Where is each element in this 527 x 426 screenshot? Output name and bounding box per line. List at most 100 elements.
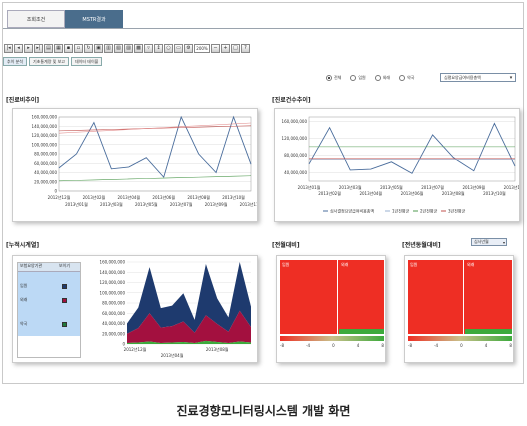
y-tick-label: 20,000,000 [34,179,57,184]
heat-cell-inpatient[interactable]: 입원 [408,260,464,334]
radio-inpatient[interactable]: 입원 [350,75,366,81]
prev-page-button[interactable]: ◂ [14,43,23,53]
heat-scale-bar [408,336,512,341]
pdf-icon[interactable]: ▣ [94,43,103,53]
series-line [58,122,252,134]
zoom-select[interactable]: 200% [194,43,210,53]
last-page-button[interactable]: ▸| [34,43,43,53]
cost-trend-chart-panel: 160,000,000 140,000,000 120,000,000 100,000… [12,108,263,222]
chevron-down-icon: ▾ [509,75,513,81]
table-header-cell: 보험요양기관 [20,263,43,268]
legend-label: 2년전평균 [420,208,438,214]
fit-icon[interactable]: □ [231,43,240,53]
cumulative-panel: 보험요양기관 보이기 입원 외래 약국 160,000,000 140,000,000… [12,255,258,363]
radio-pharmacy[interactable]: 약국 [399,75,415,81]
y-tick-label: 20,000,000 [102,331,125,336]
heat-scale-bar [280,336,384,341]
x-tick-label: 2013년02월 [83,194,106,200]
section-title-mom: [전월대비] [272,242,300,249]
zoom-out-icon[interactable]: − [211,43,220,53]
mom-heatmap-panel: 입원 외래 -8 -4 0 4 8 [276,255,386,363]
page-setup-icon[interactable]: ▭ [174,43,183,53]
tab-query-conditions[interactable]: 조회조건 [7,10,65,28]
x-tick-label: 2013년03월 [100,201,123,207]
y-tick-label: 80,000,000 [34,152,57,157]
tab-mstr-results[interactable]: MSTR결과 [65,10,123,28]
subtab-bar: 추이 분석 기초통계량 및 보고 데이터 테이블 [3,57,103,66]
subtab-trend-analysis[interactable]: 추이 분석 [3,57,27,66]
y-tick-label: 60,000,000 [34,161,57,166]
word-icon[interactable]: ▧ [114,43,123,53]
find-icon[interactable]: ○ [164,43,173,53]
y-tick-label: 160,000,000 [282,119,308,124]
y-tick-label: 120,000,000 [32,133,58,138]
period-select[interactable]: 심사년월 ▾ [471,238,507,246]
y-tick-label: 80,000,000 [102,301,125,306]
y-tick-label: 120,000,000 [282,136,308,141]
settings-icon[interactable]: ⚙ [184,43,193,53]
mom-heatmap: 입원 외래 [280,260,384,334]
y-tick-label: 80,000,000 [284,153,307,158]
heat-cell-sub [339,329,384,334]
zoom-in-icon[interactable]: + [221,43,230,53]
x-tick-label: 2013년04월 [359,190,382,196]
x-tick-label: 2013년08월 [442,190,465,196]
metric-dropdown-value: 심평요양급여비용총액 [444,74,481,80]
export-icon[interactable]: ▦ [54,43,63,53]
sort-icon[interactable]: ↕ [154,43,163,53]
x-tick-label: 2013년04월 [161,352,184,358]
radio-outpatient[interactable]: 외래 [374,75,390,81]
x-tick-label: 2013년11월 [504,184,519,190]
table-row[interactable]: 입원 [18,282,80,290]
count-trend-chart-panel: 160,000,000 120,000,000 80,000,000 40,000,0… [274,108,527,222]
heat-cell-inpatient[interactable]: 입원 [280,260,338,334]
x-tick-label: 2013년10월 [222,194,245,200]
x-tick-label: 2013년01월 [298,184,321,190]
grid-icon[interactable]: ▩ [134,43,143,53]
scale-label: 8 [509,343,512,348]
series-line [58,175,252,182]
table-row[interactable]: 약국 [18,320,80,328]
radio-label: 약국 [407,75,415,80]
excel-icon[interactable]: ▥ [104,43,113,53]
x-tick-label: 2013년07월 [421,184,444,190]
visibility-toggle[interactable] [62,283,67,289]
next-page-button[interactable]: ▸ [24,43,33,53]
x-tick-label: 2013년09월 [205,201,228,207]
x-tick-label: 2012년12월 [48,194,71,200]
first-page-button[interactable]: |◂ [4,43,13,53]
subtab-data-table[interactable]: 데이터 테이블 [70,57,103,66]
x-tick-label: 2013년08월 [206,346,229,352]
radio-all[interactable]: 전체 [326,75,341,81]
radio-label: 전체 [334,75,342,80]
row-label: 입원 [20,283,28,288]
x-tick-label: 2013년03월 [339,184,362,190]
radio-label: 입원 [358,75,366,80]
scale-label: 0 [460,343,463,348]
y-tick-label: 160,000,000 [32,115,58,120]
chart-icon[interactable]: ▨ [124,43,133,53]
legend-label: 3년전평균 [448,208,466,214]
filter-icon[interactable]: ▿ [144,43,153,53]
save-icon[interactable]: ▪ [64,43,73,53]
help-icon[interactable]: ? [241,43,250,53]
heat-cell-outpatient[interactable]: 외래 [339,260,384,334]
heat-cell-outpatient[interactable]: 외래 [465,260,512,334]
series-table: 보험요양기관 보이기 입원외래약국 [17,262,81,358]
scale-label: -8 [280,343,284,348]
subtab-basic-statistics[interactable]: 기초통계량 및 보고 [29,57,69,66]
copy-icon[interactable]: ▫ [74,43,83,53]
report-toolbar: |◂ ◂ ▸ ▸| ▤ ▦ ▪ ▫ ↻ ▣ ▥ ▧ ▨ ▩ ▿ ↕ ○ ▭ ⚙ … [4,42,250,54]
series-line [308,122,516,174]
table-header-cell: 보이기 [58,263,71,268]
tab-bar: 조회조건 MSTR결과 [3,3,523,29]
scale-label: -4 [434,343,439,348]
metric-dropdown[interactable]: 심평요양급여비용총액 ▾ [440,73,516,82]
table-row[interactable]: 외래 [18,296,80,304]
x-tick-label: 2013년11월 [240,201,257,207]
section-title-yoy: [전년동월대비] [402,242,441,249]
refresh-icon[interactable]: ↻ [84,43,93,53]
print-icon[interactable]: ▤ [44,43,53,53]
visibility-toggle[interactable] [62,321,67,327]
visibility-toggle[interactable] [62,297,67,303]
